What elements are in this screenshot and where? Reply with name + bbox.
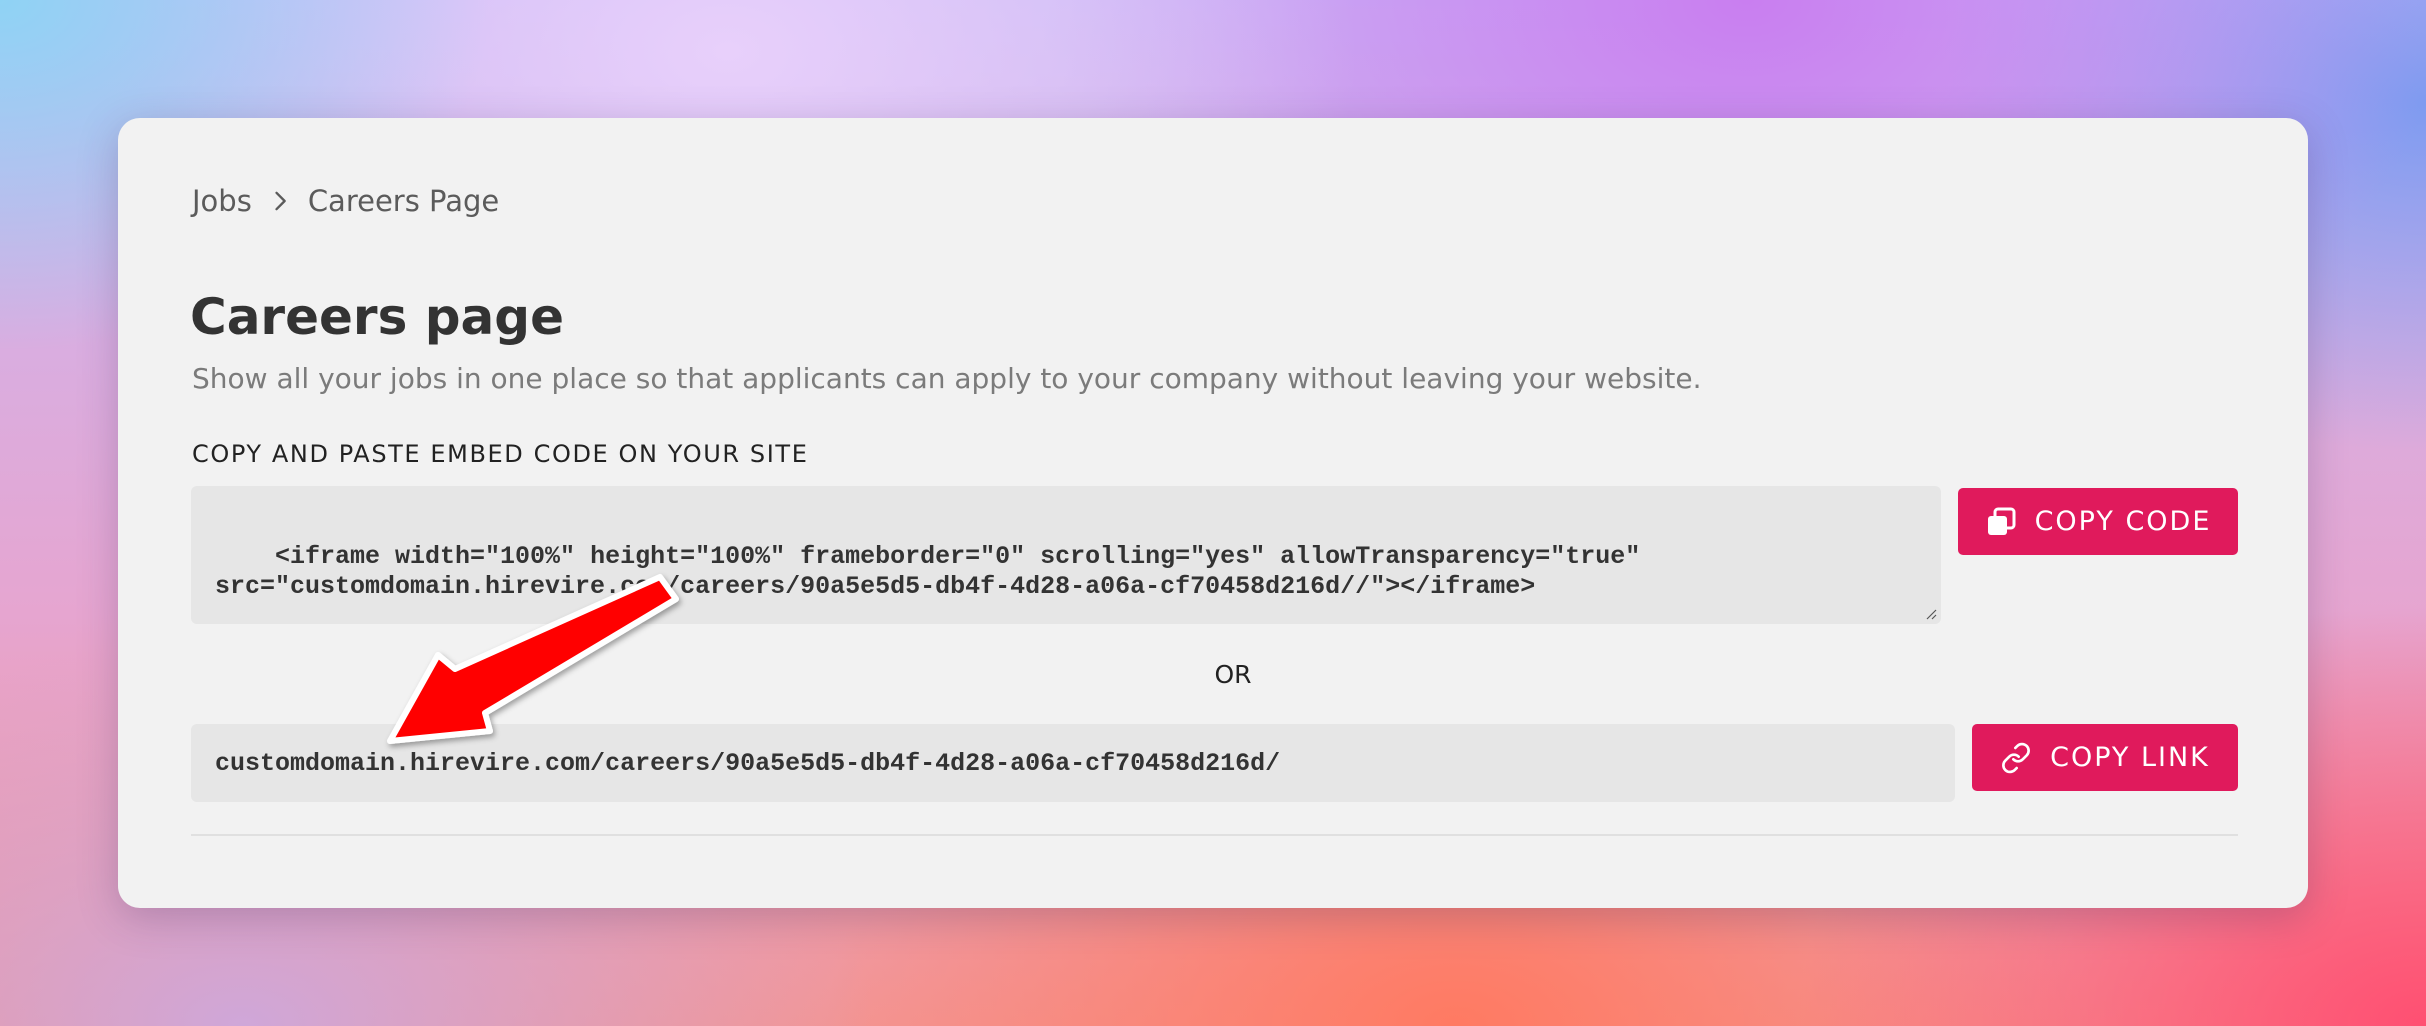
- annotation-arrow-icon: [387, 574, 679, 744]
- copy-code-button[interactable]: COPY CODE: [1958, 488, 2238, 555]
- section-divider: [191, 834, 2238, 836]
- careers-page-card: Jobs Careers Page Careers page Show all …: [118, 118, 2308, 908]
- chevron-right-icon: [275, 191, 286, 211]
- embed-section-label: COPY AND PASTE EMBED CODE ON YOUR SITE: [192, 440, 809, 468]
- or-separator: OR: [1214, 660, 1252, 689]
- breadcrumb: Jobs Careers Page: [192, 184, 499, 218]
- page-subtitle: Show all your jobs in one place so that …: [192, 362, 1702, 395]
- link-icon: [2002, 742, 2031, 773]
- copy-link-button[interactable]: COPY LINK: [1972, 724, 2238, 791]
- breadcrumb-item-careers-page[interactable]: Careers Page: [308, 184, 499, 218]
- copy-link-label: COPY LINK: [2050, 742, 2210, 773]
- copy-icon: [1987, 507, 2016, 535]
- page-title: Careers page: [190, 288, 564, 346]
- breadcrumb-item-jobs[interactable]: Jobs: [192, 184, 252, 218]
- resize-handle-icon[interactable]: [1923, 606, 1937, 620]
- copy-code-label: COPY CODE: [2034, 506, 2212, 537]
